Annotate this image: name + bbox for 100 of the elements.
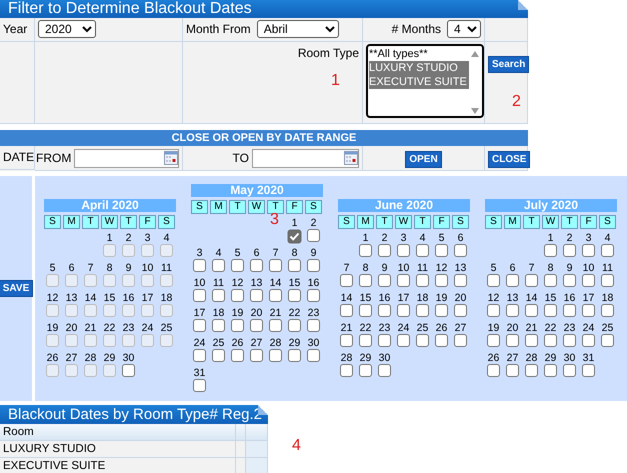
day-checkbox[interactable] [416, 274, 429, 286]
day-checkbox[interactable] [193, 318, 206, 332]
date-field[interactable] [74, 148, 179, 168]
day-checkbox[interactable] [454, 304, 467, 316]
day-checkbox[interactable] [582, 304, 595, 316]
day-checkbox[interactable] [397, 334, 410, 346]
day-checkbox[interactable] [359, 274, 372, 286]
day-checkbox[interactable] [307, 228, 320, 242]
day-checkbox[interactable] [601, 244, 614, 256]
day-checkbox[interactable] [487, 274, 500, 286]
day-checkbox[interactable] [378, 334, 391, 346]
day-checkbox[interactable] [288, 288, 301, 302]
day-checkbox[interactable] [525, 304, 538, 316]
day-checkbox[interactable] [487, 304, 500, 316]
day-checkbox[interactable] [269, 258, 282, 272]
day-checkbox[interactable] [416, 334, 429, 346]
day-checkbox[interactable] [506, 274, 519, 286]
day-checkbox[interactable] [416, 304, 429, 316]
day-checkbox[interactable] [601, 274, 614, 286]
day-checkbox[interactable] [563, 334, 576, 346]
day-checkbox[interactable] [193, 288, 206, 302]
open-button[interactable]: OPEN [405, 151, 442, 168]
day-checkbox[interactable] [212, 288, 225, 302]
day-checkbox[interactable] [269, 348, 282, 362]
day-checkbox[interactable] [525, 274, 538, 286]
day-checkbox[interactable] [340, 364, 353, 376]
day-checkbox[interactable] [525, 334, 538, 346]
day-checkbox[interactable] [544, 334, 557, 346]
day-checkbox[interactable] [359, 304, 372, 316]
calendar-icon[interactable] [344, 151, 358, 165]
day-checkbox[interactable] [288, 258, 301, 272]
day-checkbox[interactable] [250, 318, 263, 332]
listbox-option[interactable]: LUXURY STUDIO [369, 61, 469, 75]
day-checkbox[interactable] [231, 318, 244, 332]
day-checkbox[interactable] [454, 274, 467, 286]
save-button[interactable]: SAVE [0, 280, 34, 297]
day-checkbox[interactable] [506, 304, 519, 316]
day-checkbox[interactable] [307, 258, 320, 272]
day-checkbox[interactable] [340, 274, 353, 286]
month-select[interactable]: Abril [256, 20, 339, 38]
day-checkbox[interactable] [601, 334, 614, 346]
day-checkbox[interactable] [435, 334, 448, 346]
day-checkbox[interactable] [601, 304, 614, 316]
day-checkbox[interactable] [231, 288, 244, 302]
day-checkbox[interactable] [544, 244, 557, 256]
day-checkbox[interactable] [212, 318, 225, 332]
day-checkbox[interactable] [269, 318, 282, 332]
day-checkbox[interactable] [525, 364, 538, 376]
day-checkbox[interactable] [397, 244, 410, 256]
day-checkbox[interactable] [231, 348, 244, 362]
day-checkbox[interactable] [359, 244, 372, 256]
room-type-listbox[interactable]: **All types** LUXURY STUDIO EXECUTIVE SUITE [366, 44, 484, 118]
day-checkbox[interactable] [359, 364, 372, 376]
listbox-option[interactable]: **All types** [369, 47, 469, 61]
day-checkbox[interactable] [307, 348, 320, 362]
day-checkbox[interactable] [454, 244, 467, 256]
day-checkbox[interactable] [250, 348, 263, 362]
day-checkbox[interactable] [359, 334, 372, 346]
day-checkbox[interactable] [435, 274, 448, 286]
date-field[interactable] [252, 148, 359, 168]
day-checkbox[interactable] [212, 348, 225, 362]
day-checkbox[interactable] [544, 304, 557, 316]
day-checkbox[interactable] [307, 318, 320, 332]
day-checkbox[interactable] [307, 288, 320, 302]
search-button[interactable]: Search [488, 56, 530, 73]
day-checkbox[interactable] [582, 364, 595, 376]
calendar-icon[interactable] [164, 151, 178, 165]
day-checkbox[interactable] [544, 364, 557, 376]
day-checkbox[interactable] [288, 348, 301, 362]
day-checkbox[interactable] [506, 364, 519, 376]
day-checkbox[interactable] [269, 288, 282, 302]
day-checkbox[interactable] [563, 244, 576, 256]
day-checkbox[interactable] [435, 304, 448, 316]
day-checkbox[interactable] [544, 274, 557, 286]
day-checkbox[interactable] [563, 274, 576, 286]
day-checkbox[interactable] [582, 244, 595, 256]
months-select[interactable]: 4 [447, 20, 481, 38]
day-checkbox[interactable] [378, 244, 391, 256]
day-checkbox[interactable] [250, 258, 263, 272]
day-checkbox[interactable] [416, 244, 429, 256]
day-checkbox[interactable] [340, 304, 353, 316]
day-checkbox[interactable] [487, 334, 500, 346]
day-checkbox[interactable] [397, 274, 410, 286]
day-checkbox[interactable] [487, 364, 500, 376]
day-checkbox[interactable] [378, 274, 391, 286]
year-select[interactable]: 2020 [38, 20, 96, 38]
day-checkbox[interactable] [435, 244, 448, 256]
day-checkbox[interactable] [397, 304, 410, 316]
day-checkbox[interactable] [454, 334, 467, 346]
day-checkbox[interactable] [193, 258, 206, 272]
day-checkbox[interactable] [563, 304, 576, 316]
close-button[interactable]: CLOSE [488, 151, 530, 168]
day-checkbox[interactable] [506, 334, 519, 346]
day-checkbox[interactable] [288, 318, 301, 332]
day-checkbox[interactable] [231, 258, 244, 272]
day-checkbox[interactable] [340, 334, 353, 346]
day-checkbox[interactable] [582, 274, 595, 286]
day-checkbox[interactable] [193, 348, 206, 362]
listbox-option[interactable]: EXECUTIVE SUITE [369, 75, 469, 89]
day-checkbox[interactable] [212, 258, 225, 272]
